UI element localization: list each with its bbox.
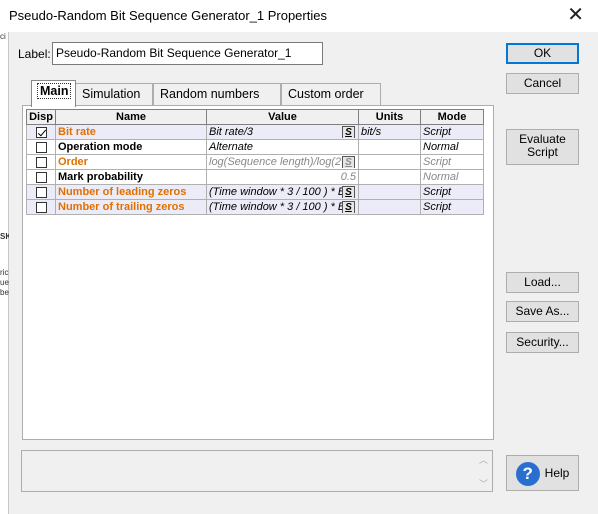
background-fragment: ric [0, 268, 9, 277]
table-row[interactable]: Order log(Sequence length)/log(2 S Script [26, 154, 484, 170]
param-value[interactable]: (Time window * 3 / 100 ) * B [209, 201, 345, 213]
script-button[interactable]: S [342, 186, 355, 198]
disp-cell[interactable] [26, 199, 56, 215]
disp-cell[interactable] [26, 169, 56, 185]
param-name: Order [55, 154, 207, 170]
param-units: bit/s [358, 124, 421, 140]
main-tab-panel: Disp Name Value Units Mode Bit rate Bit … [22, 105, 494, 440]
param-value[interactable]: log(Sequence length)/log(2 [209, 156, 341, 168]
value-cell[interactable]: Bit rate/3 S [206, 124, 359, 140]
properties-dialog: Label: Pseudo-Random Bit Sequence Genera… [9, 32, 598, 514]
param-name: Number of trailing zeros [55, 199, 207, 215]
tab-custom-order[interactable]: Custom order [281, 83, 381, 105]
disp-cell[interactable] [26, 184, 56, 200]
param-name: Bit rate [55, 124, 207, 140]
param-mode[interactable]: Script [420, 199, 484, 215]
parameters-table: Disp Name Value Units Mode Bit rate Bit … [26, 109, 484, 215]
param-name: Operation mode [55, 139, 207, 155]
value-cell[interactable]: (Time window * 3 / 100 ) * BS [206, 199, 359, 215]
help-label: Help [544, 466, 570, 480]
evaluate-script-label-line2: Script [527, 145, 558, 159]
param-value[interactable]: Alternate [206, 139, 359, 155]
background-fragment: ue [0, 278, 9, 287]
table-row[interactable]: Bit rate Bit rate/3 S bit/s Script [26, 124, 484, 140]
evaluate-script-button[interactable]: Evaluate Script [506, 129, 579, 165]
table-row[interactable]: Mark probability 0.5 Normal [26, 169, 484, 185]
label-input[interactable]: Pseudo-Random Bit Sequence Generator_1 [52, 42, 323, 65]
ok-button[interactable]: OK [506, 43, 579, 64]
close-icon[interactable]: ✕ [567, 5, 584, 25]
param-units [358, 184, 421, 200]
disp-cell[interactable] [26, 139, 56, 155]
help-button[interactable]: ? Help [506, 455, 579, 491]
label-caption: Label: [18, 47, 51, 61]
param-value[interactable]: Bit rate/3 [209, 126, 253, 138]
param-units [358, 199, 421, 215]
background-fragment: be [0, 288, 9, 297]
disp-cell[interactable] [26, 124, 56, 140]
value-cell[interactable]: log(Sequence length)/log(2 S [206, 154, 359, 170]
table-header-row: Disp Name Value Units Mode [26, 109, 484, 125]
column-header-disp: Disp [26, 109, 56, 125]
script-button[interactable]: S [342, 156, 355, 168]
disp-cell[interactable] [26, 154, 56, 170]
scroll-down-icon[interactable]: ﹀ [479, 477, 488, 490]
tab-simulation[interactable]: Simulation [75, 83, 153, 105]
column-header-value: Value [206, 109, 359, 125]
param-units [358, 139, 421, 155]
disp-checkbox[interactable] [35, 201, 47, 213]
param-value[interactable]: (Time window * 3 / 100 ) * B [209, 186, 345, 198]
param-mode[interactable]: Script [420, 154, 484, 170]
column-header-units: Units [358, 109, 421, 125]
script-button[interactable]: S [342, 201, 355, 213]
disp-checkbox[interactable] [35, 126, 47, 138]
table-row[interactable]: Operation mode Alternate Normal [26, 139, 484, 155]
table-row[interactable]: Number of leading zeros (Time window * 3… [26, 184, 484, 200]
tab-main[interactable]: Main [31, 80, 76, 107]
background-fragment: ci [0, 32, 6, 41]
script-button[interactable]: S [342, 126, 355, 138]
param-mode[interactable]: Script [420, 184, 484, 200]
title-bar: Pseudo-Random Bit Sequence Generator_1 P… [0, 0, 598, 32]
value-cell[interactable]: (Time window * 3 / 100 ) * BS [206, 184, 359, 200]
security-button[interactable]: Security... [506, 332, 579, 353]
description-scrollbar[interactable]: ︿ ﹀ [476, 451, 492, 491]
disp-checkbox[interactable] [35, 141, 47, 153]
param-units [358, 169, 421, 185]
cancel-button[interactable]: Cancel [506, 73, 579, 94]
param-mode[interactable]: Normal [420, 139, 484, 155]
param-value[interactable]: 0.5 [206, 169, 359, 185]
window-title: Pseudo-Random Bit Sequence Generator_1 P… [9, 8, 327, 23]
param-units [358, 154, 421, 170]
load-button[interactable]: Load... [506, 272, 579, 293]
save-as-button[interactable]: Save As... [506, 301, 579, 322]
column-header-mode: Mode [420, 109, 484, 125]
tab-main-label: Main [36, 83, 72, 99]
param-mode[interactable]: Script [420, 124, 484, 140]
background-window-strip: ci SK ric ue be [0, 32, 11, 514]
scroll-up-icon[interactable]: ︿ [479, 453, 488, 466]
column-header-name: Name [55, 109, 207, 125]
tab-random-numbers[interactable]: Random numbers [153, 83, 281, 105]
disp-checkbox[interactable] [35, 171, 47, 183]
description-box: ︿ ﹀ [21, 450, 493, 492]
param-mode[interactable]: Normal [420, 169, 484, 185]
disp-checkbox[interactable] [35, 156, 47, 168]
table-row[interactable]: Number of trailing zeros (Time window * … [26, 199, 484, 215]
help-icon: ? [515, 461, 540, 486]
param-name: Mark probability [55, 169, 207, 185]
param-name: Number of leading zeros [55, 184, 207, 200]
disp-checkbox[interactable] [35, 186, 47, 198]
